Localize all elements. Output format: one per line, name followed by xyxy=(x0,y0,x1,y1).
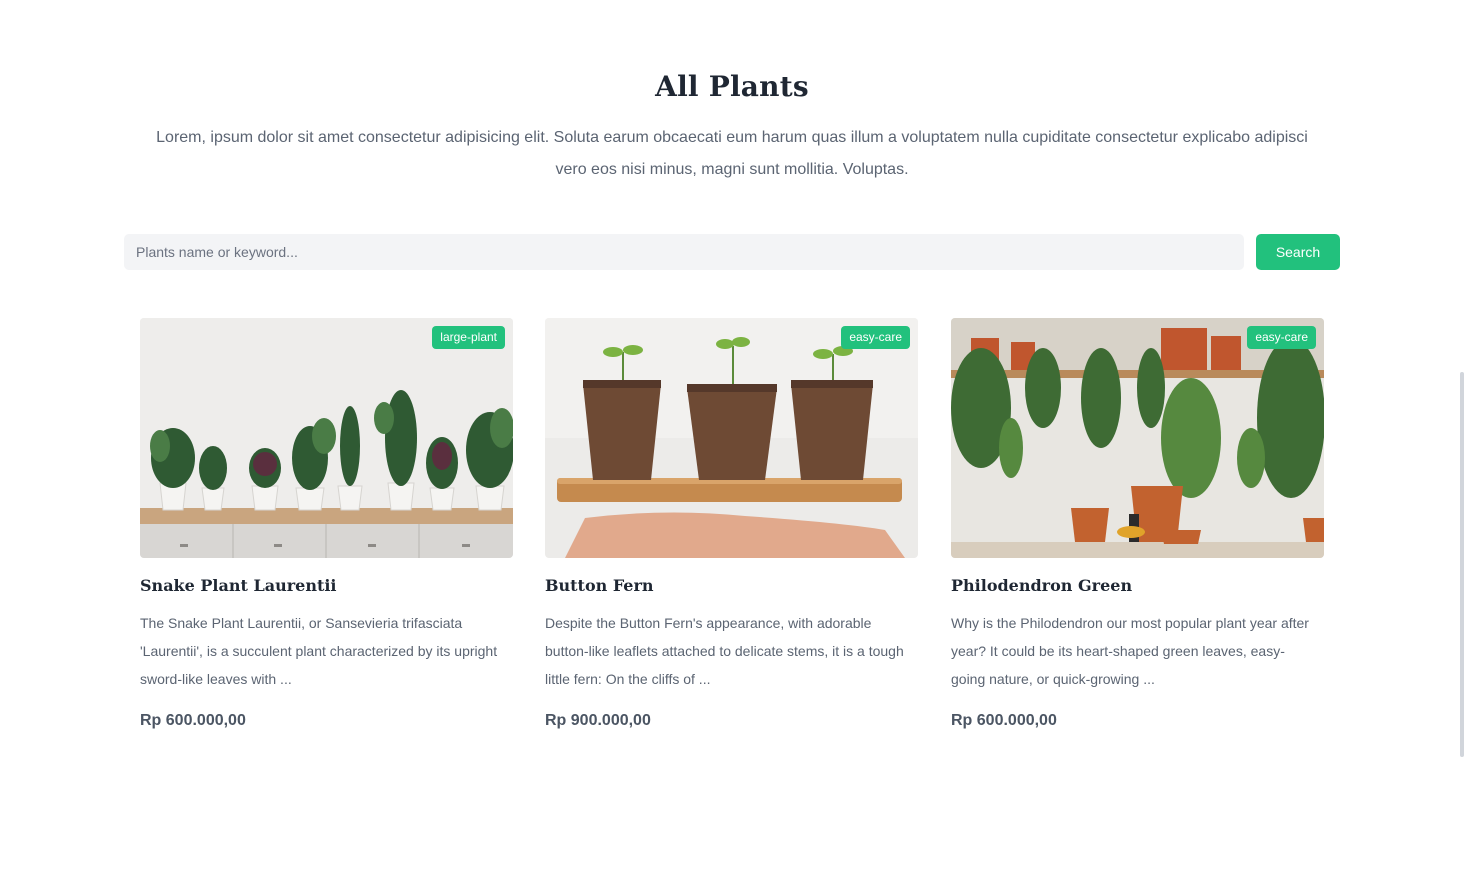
page-title: All Plants xyxy=(655,70,809,103)
product-name[interactable]: Snake Plant Laurentii xyxy=(140,576,513,595)
seedling-pots-image xyxy=(545,318,918,558)
product-name[interactable]: Philodendron Green xyxy=(951,576,1324,595)
product-image[interactable]: large-plant xyxy=(140,318,513,558)
product-tag: large-plant xyxy=(432,326,505,349)
product-tag: easy-care xyxy=(841,326,910,349)
plants-on-cabinet-image xyxy=(140,318,513,558)
product-price: Rp 600.000,00 xyxy=(951,712,1057,729)
product-card[interactable]: easy-care Philodendron Green Why is the … xyxy=(951,318,1324,729)
search-button[interactable]: Search xyxy=(1256,234,1340,270)
search-input[interactable] xyxy=(124,234,1244,270)
product-tag: easy-care xyxy=(1247,326,1316,349)
search-bar: Search xyxy=(124,234,1340,270)
product-description: Despite the Button Fern's appearance, wi… xyxy=(545,615,904,687)
product-price: Rp 900.000,00 xyxy=(545,712,651,729)
page-subtitle: Lorem, ipsum dolor sit amet consectetur … xyxy=(156,129,1308,178)
product-name[interactable]: Button Fern xyxy=(545,576,918,595)
product-card[interactable]: large-plant Snake Plant Laurentii The Sn… xyxy=(140,318,513,729)
product-image[interactable]: easy-care xyxy=(951,318,1324,558)
product-card[interactable]: easy-care Button Fern Despite the Button… xyxy=(545,318,918,729)
product-description: The Snake Plant Laurentii, or Sansevieri… xyxy=(140,615,498,687)
hanging-plants-image xyxy=(951,318,1324,558)
product-price: Rp 600.000,00 xyxy=(140,712,246,729)
page-scrollbar[interactable] xyxy=(1460,372,1464,757)
product-image[interactable]: easy-care xyxy=(545,318,918,558)
product-description: Why is the Philodendron our most popular… xyxy=(951,615,1309,687)
